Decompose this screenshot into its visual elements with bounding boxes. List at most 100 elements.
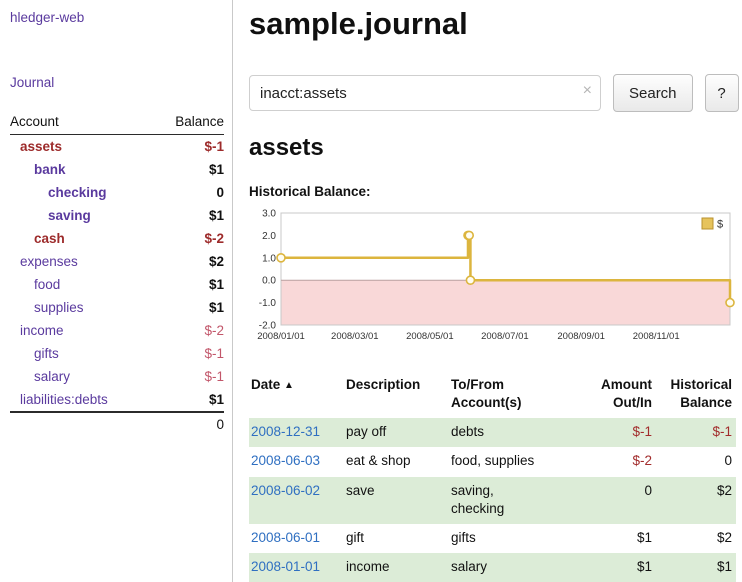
svg-text:2.0: 2.0 — [262, 231, 276, 242]
search-form: × Search ? — [249, 74, 739, 112]
transaction-accounts: saving, checking — [449, 477, 581, 524]
svg-text:2008/05/01: 2008/05/01 — [406, 331, 454, 342]
svg-text:2008/03/01: 2008/03/01 — [331, 331, 379, 342]
transaction-date-link[interactable]: 2008-06-03 — [251, 453, 320, 468]
transaction-balance: $1 — [656, 553, 736, 582]
transaction-description: save — [344, 477, 449, 524]
transaction-description: pay off — [344, 418, 449, 447]
account-link[interactable]: liabilities:debts — [20, 392, 108, 407]
app-title: hledger-web — [10, 10, 224, 25]
account-row: bank $1 — [10, 158, 224, 181]
col-accounts: To/From Account(s) — [449, 374, 581, 418]
accounts-total-spacer — [10, 412, 153, 436]
account-link[interactable]: food — [34, 277, 60, 292]
account-link[interactable]: checking — [48, 185, 107, 200]
transaction-description: gift — [344, 524, 449, 553]
transaction-accounts: gifts — [449, 524, 581, 553]
transaction-balance: $2 — [656, 477, 736, 524]
app-title-link[interactable]: hledger-web — [10, 10, 84, 25]
account-balance: $2 — [153, 250, 224, 273]
account-balance: $-1 — [153, 342, 224, 365]
svg-text:2008/11/01: 2008/11/01 — [633, 331, 680, 342]
account-name-cell: food — [10, 273, 153, 296]
account-link[interactable]: expenses — [20, 254, 78, 269]
transaction-date-cell: 2008-01-01 — [249, 553, 344, 582]
register-row: 2008-06-01 giftgifts$1$2 — [249, 524, 736, 553]
svg-text:2008/07/01: 2008/07/01 — [481, 331, 529, 342]
account-balance: $-2 — [153, 319, 224, 342]
account-balance: $1 — [153, 273, 224, 296]
transaction-date-link[interactable]: 2008-01-01 — [251, 559, 320, 574]
sidebar-nav: Journal — [10, 75, 224, 90]
transaction-amount: 0 — [581, 477, 656, 524]
register-row: 2008-06-02 savesaving, checking0$2 — [249, 477, 736, 524]
help-button[interactable]: ? — [705, 74, 739, 112]
account-name-cell: saving — [10, 204, 153, 227]
account-name-cell: income — [10, 319, 153, 342]
account-row: expenses $2 — [10, 250, 224, 273]
col-accounts-line1: To/From — [451, 377, 504, 392]
account-name-cell: liabilities:debts — [10, 388, 153, 412]
account-link[interactable]: cash — [34, 231, 65, 246]
transaction-description: eat & shop — [344, 447, 449, 476]
transaction-date-link[interactable]: 2008-06-02 — [251, 483, 320, 498]
col-date[interactable]: Date ▲ — [249, 374, 344, 418]
transaction-amount: $-1 — [581, 418, 656, 447]
account-row: liabilities:debts$1 — [10, 388, 224, 412]
account-link[interactable]: income — [20, 323, 64, 338]
register-row: 2008-12-31pay offdebts$-1$-1 — [249, 418, 736, 447]
svg-text:2008/09/01: 2008/09/01 — [557, 331, 605, 342]
account-link[interactable]: bank — [34, 162, 66, 177]
col-date-label: Date — [251, 377, 280, 392]
clear-search-icon[interactable]: × — [583, 83, 592, 99]
account-row: assets$-1 — [10, 135, 224, 158]
account-balance: $-1 — [153, 365, 224, 388]
transaction-date-link[interactable]: 2008-12-31 — [251, 424, 320, 439]
account-link[interactable]: gifts — [34, 346, 59, 361]
svg-text:-1.0: -1.0 — [259, 298, 277, 309]
register-table: Date ▲ Description To/From Account(s) Am… — [249, 374, 736, 582]
transaction-date-link[interactable]: 2008-06-01 — [251, 530, 320, 545]
nav-journal-link[interactable]: Journal — [10, 75, 54, 90]
col-amount-line2: Out/In — [613, 395, 652, 410]
col-accounts-line2: Account(s) — [451, 395, 522, 410]
search-input[interactable] — [249, 75, 601, 111]
account-row: food $1 — [10, 273, 224, 296]
col-amount-line1: Amount — [601, 377, 652, 392]
account-name-cell: cash — [10, 227, 153, 250]
account-balance: $1 — [153, 296, 224, 319]
svg-text:3.0: 3.0 — [262, 209, 276, 220]
account-balance: $1 — [153, 158, 224, 181]
account-link[interactable]: assets — [20, 139, 62, 154]
col-balance-line2: Balance — [680, 395, 732, 410]
transaction-amount: $1 — [581, 524, 656, 553]
app-window: hledger-web Journal Account Balance asse… — [0, 0, 742, 582]
account-row: saving$1 — [10, 204, 224, 227]
account-name-cell: assets — [10, 135, 153, 158]
account-row: income $-2 — [10, 319, 224, 342]
transaction-amount: $-2 — [581, 447, 656, 476]
account-link[interactable]: supplies — [34, 300, 84, 315]
account-heading: assets — [249, 134, 739, 162]
svg-text:-2.0: -2.0 — [259, 321, 277, 332]
account-row: salary $-1 — [10, 365, 224, 388]
account-name-cell: salary — [10, 365, 153, 388]
chart-title: Historical Balance: — [249, 184, 739, 199]
transaction-date-cell: 2008-06-02 — [249, 477, 344, 524]
col-amount: Amount Out/In — [581, 374, 656, 418]
account-name-cell: bank — [10, 158, 153, 181]
transaction-balance: $2 — [656, 524, 736, 553]
account-link[interactable]: saving — [48, 208, 91, 223]
accounts-header-row: Account Balance — [10, 112, 224, 135]
accounts-total-value: 0 — [153, 412, 224, 436]
sidebar: hledger-web Journal Account Balance asse… — [0, 0, 233, 582]
main-content: sample.journal × Search ? assets Histori… — [233, 0, 742, 582]
balance-chart-svg: 3.02.01.00.0-1.0-2.02008/01/012008/03/01… — [249, 207, 736, 347]
account-row: gifts $-1 — [10, 342, 224, 365]
account-link[interactable]: salary — [34, 369, 70, 384]
col-balance-line1: Historical — [670, 377, 732, 392]
search-button[interactable]: Search — [613, 74, 693, 112]
col-description: Description — [344, 374, 449, 418]
accounts-col-balance: Balance — [153, 112, 224, 135]
transaction-amount: $1 — [581, 553, 656, 582]
